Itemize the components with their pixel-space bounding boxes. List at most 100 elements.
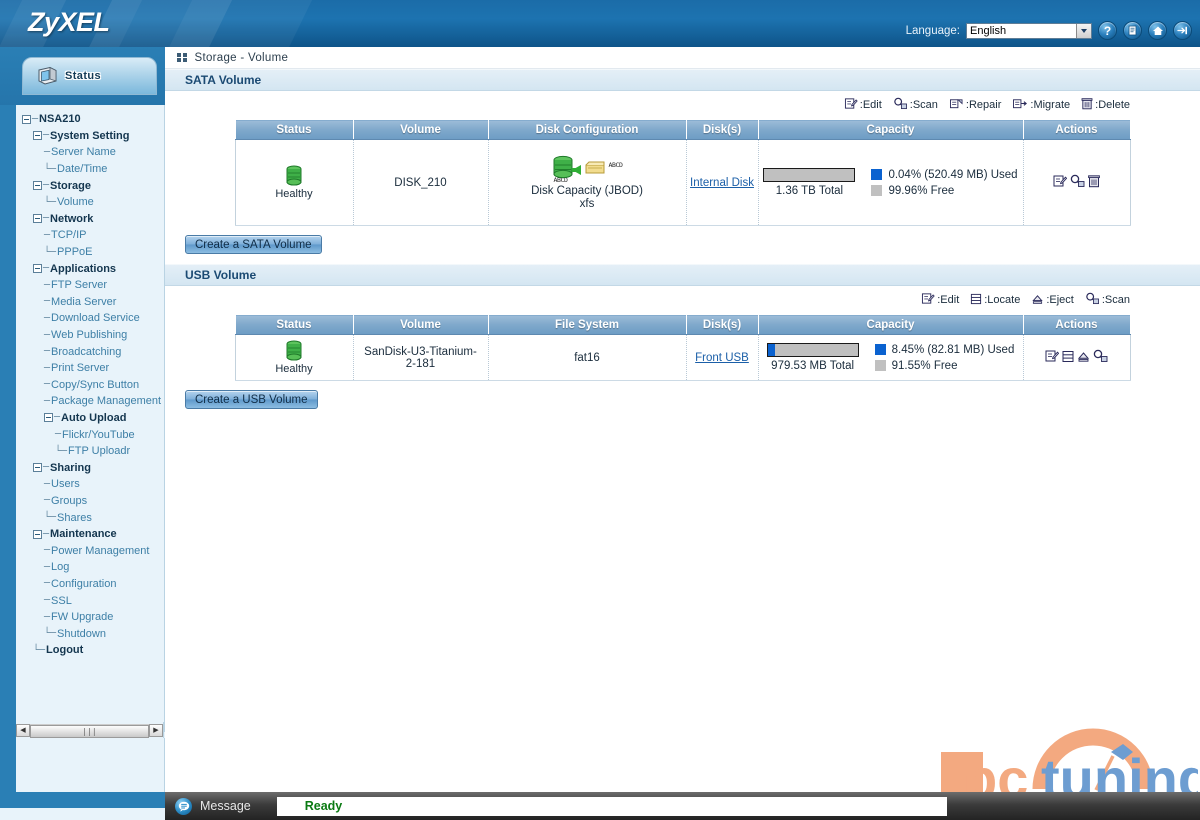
tree-collapse-icon[interactable] [33,463,42,473]
usb-cell-disks: Front USB [685,334,759,381]
sidebar-item-label: PPPoE [57,246,93,259]
breadcrumb-text: Storage - Volume [194,51,289,64]
scroll-right-icon[interactable]: ▶ [149,723,163,737]
scroll-left-icon[interactable]: ◀ [16,723,30,737]
sidebar-item-auto-upload[interactable]: ─ Auto Upload [18,410,164,427]
sidebar-item-applications[interactable]: ─ Applications [18,260,164,277]
sidebar-item-ftp-uploadr[interactable]: └─ FTP Uploadr [18,443,164,460]
usb-cell-file-system: fat16 [487,334,687,381]
tree-connector: └─ [55,445,68,457]
sidebar-item-network[interactable]: ─ Network [18,211,164,228]
locate-icon[interactable] [1062,350,1074,366]
manual-icon[interactable] [1123,21,1142,40]
sidebar-item-server-name[interactable]: ─ Server Name [18,144,164,161]
statusbar-left-filler [0,792,165,820]
logout-icon[interactable] [1173,21,1192,40]
sidebar-item-fw-upgrade[interactable]: ─ FW Upgrade [18,609,164,626]
sidebar-item-configuration[interactable]: ─ Configuration [18,576,164,593]
sidebar-item-web-publishing[interactable]: ─ Web Publishing [18,327,164,344]
tree-collapse-icon[interactable] [33,264,42,274]
eject-icon[interactable] [1077,350,1090,366]
sidebar-item-label: Flickr/YouTube [62,428,135,441]
sidebar-item-shares[interactable]: └─ Shares [18,509,164,526]
tree-collapse-icon[interactable] [33,131,42,141]
sidebar-item-logout[interactable]: └─ Logout [18,642,164,659]
sata-cell-actions [1022,139,1131,226]
sidebar-item-label: Volume [57,196,94,209]
sidebar-item-groups[interactable]: ─ Groups [18,493,164,510]
language-select[interactable]: English [966,22,1092,39]
sidebar-item-label: Logout [46,644,84,657]
grid-icon [177,52,187,63]
sidebar-item-storage[interactable]: ─ Storage [18,177,164,194]
sidebar-horizontal-scrollbar[interactable]: ◀ ||| ▶ [16,722,164,738]
status-bar: Message Ready [165,792,1200,820]
sidebar-item-download-service[interactable]: ─ Download Service [18,310,164,327]
sidebar-item-broadcatching[interactable]: ─ Broadcatching [18,343,164,360]
chevron-down-icon[interactable] [1076,23,1091,38]
computer-icon [36,66,58,86]
sidebar-item-volume[interactable]: └─ Volume [18,194,164,211]
front-usb-link[interactable]: Front USB [695,352,749,364]
delete-icon[interactable] [1088,174,1100,191]
tree-collapse-icon[interactable] [33,529,42,539]
sidebar-item-package-management[interactable]: ─ Package Management [18,393,164,410]
sidebar-item-media-server[interactable]: ─ Media Server [18,294,164,311]
main-content: Storage - Volume SATA Volume :Edit:Scan:… [165,47,1200,820]
sidebar-item-label: FTP Uploadr [68,445,131,458]
sidebar-item-ftp-server[interactable]: ─ FTP Server [18,277,164,294]
sidebar-item-maintenance[interactable]: ─ Maintenance [18,526,164,543]
sata-cell-volume: DISK_210 [352,139,489,226]
disk-group-icon [551,155,573,179]
internal-disk-link[interactable]: Internal Disk [690,177,754,189]
sidebar-item-copy-sync-button[interactable]: ─ Copy/Sync Button [18,377,164,394]
sidebar-item-system-setting[interactable]: ─ System Setting [18,128,164,145]
create-sata-volume-button[interactable]: Create a SATA Volume [185,235,322,254]
repair-icon [949,97,964,113]
sidebar-item-ssl[interactable]: ─ SSL [18,592,164,609]
edit-icon[interactable] [1053,174,1068,191]
sata-cell-status: Healthy [234,139,354,226]
migrate-icon [1012,97,1028,113]
sidebar-item-label: Shares [57,511,92,524]
usb-free-text: 91.55% Free [891,359,958,372]
delete-icon [1081,97,1093,113]
tree-collapse-icon[interactable] [33,181,42,191]
tree-collapse-icon[interactable] [44,413,53,423]
message-label: Message [200,799,251,813]
sidebar-item-log[interactable]: ─ Log [18,559,164,576]
sidebar-item-shutdown[interactable]: └─ Shutdown [18,625,164,642]
sidebar-item-label: Users [51,478,80,491]
sidebar-item-label: Storage [50,179,91,192]
create-usb-volume-button[interactable]: Create a USB Volume [185,390,318,409]
message-icon [175,797,192,815]
sidebar-item-nsa210[interactable]: ─ NSA210 [18,111,164,128]
tree-collapse-icon[interactable] [22,114,31,124]
eject-icon [1031,293,1044,308]
scan-icon[interactable] [1093,349,1108,366]
sidebar-item-print-server[interactable]: ─ Print Server [18,360,164,377]
sidebar-item-users[interactable]: ─ Users [18,476,164,493]
scan-icon[interactable] [1070,174,1085,191]
sidebar-item-tcp-ip[interactable]: ─ TCP/IP [18,227,164,244]
sata-col-status: Status [234,119,354,140]
sata-config-name: Disk Capacity (JBOD) [531,185,643,197]
tree-collapse-icon[interactable] [33,214,42,224]
tree-connector: └─ [44,196,57,208]
scan-icon [1085,292,1100,308]
legend-item: :Locate [970,293,1020,308]
sidebar-item-flickr-youtube[interactable]: ─ Flickr/YouTube [18,426,164,443]
sidebar-item-power-management[interactable]: ─ Power Management [18,542,164,559]
sidebar-status-tab[interactable]: Status [22,57,157,95]
help-icon[interactable]: ? [1098,21,1117,40]
legend-item: :Repair [949,97,1001,113]
usb-total-text: 979.53 MB Total [771,360,855,372]
sidebar-item-date-time[interactable]: └─ Date/Time [18,161,164,178]
sidebar-item-label: Broadcatching [51,345,122,358]
edit-icon[interactable] [1045,349,1060,366]
scrollbar-track[interactable]: ||| [30,723,149,738]
sidebar-item-sharing[interactable]: ─ Sharing [18,459,164,476]
scrollbar-thumb[interactable]: ||| [30,724,149,738]
home-icon[interactable] [1148,21,1167,40]
sidebar-item-pppoe[interactable]: └─ PPPoE [18,244,164,261]
